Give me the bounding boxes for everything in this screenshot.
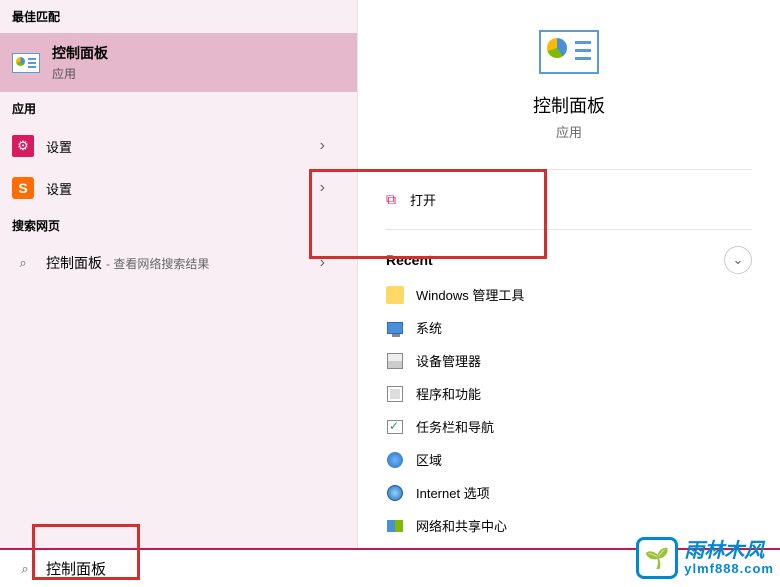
preview-subtitle: 应用 [556, 122, 582, 141]
search-results-panel: 最佳匹配 控制面板 应用 应用 ⚙ 设置 › S 设置 › 搜索网页 ⌕ 控制面… [0, 0, 357, 548]
recent-label: 任务栏和导航 [416, 417, 494, 436]
web-item-main: 控制面板 [46, 253, 102, 273]
region-icon [387, 452, 403, 468]
web-header: 搜索网页 [0, 209, 357, 242]
watermark-brand: 雨林木风 [684, 540, 774, 562]
search-icon: ⌕ [12, 252, 34, 274]
best-match-subtitle: 应用 [52, 65, 108, 82]
app-label: 设置 [46, 137, 72, 156]
recent-item-internet-options[interactable]: Internet 选项 [386, 476, 752, 509]
control-panel-icon-large [539, 30, 599, 74]
watermark-logo-icon: 🌱 [636, 537, 678, 579]
recent-item-device-manager[interactable]: 设备管理器 [386, 344, 752, 377]
watermark: 🌱 雨林木风 ylmf888.com [636, 537, 774, 579]
gear-icon: ⚙ [12, 135, 34, 157]
divider [386, 229, 752, 230]
recent-header: Recent [386, 252, 752, 268]
recent-item-region[interactable]: 区域 [386, 443, 752, 476]
preview-title: 控制面板 [533, 92, 605, 118]
chevron-right-icon: › [320, 179, 325, 197]
app-item-settings-1[interactable]: ⚙ 设置 › [0, 125, 357, 167]
s-icon: S [12, 177, 34, 199]
device-icon [387, 353, 403, 369]
recent-label: 区域 [416, 450, 442, 469]
recent-label: 程序和功能 [416, 384, 481, 403]
web-search-item[interactable]: ⌕ 控制面板 - 查看网络搜索结果 › [0, 242, 357, 284]
internet-icon [387, 485, 403, 501]
app-item-settings-2[interactable]: S 设置 › [0, 167, 357, 209]
divider [386, 169, 752, 170]
watermark-url: ylmf888.com [684, 562, 774, 576]
open-label: 打开 [410, 190, 436, 209]
recent-item-system[interactable]: 系统 [386, 311, 752, 344]
network-icon [387, 520, 403, 532]
chevron-right-icon: › [320, 254, 325, 272]
folder-icon [386, 286, 404, 304]
recent-label: 网络和共享中心 [416, 516, 507, 535]
recent-label: Windows 管理工具 [416, 285, 524, 304]
chevron-down-icon: ⌄ [733, 252, 744, 268]
app-label: 设置 [46, 179, 72, 198]
recent-label: 系统 [416, 318, 442, 337]
best-match-header: 最佳匹配 [0, 0, 357, 33]
control-panel-icon [12, 53, 40, 73]
preview-panel: 控制面板 应用 ⧉ 打开 ⌄ Recent Windows 管理工具 系统 设备… [357, 0, 780, 548]
best-match-item[interactable]: 控制面板 应用 [0, 33, 357, 92]
apps-header: 应用 [0, 92, 357, 125]
recent-label: Internet 选项 [416, 483, 490, 502]
open-action[interactable]: ⧉ 打开 [358, 178, 780, 221]
open-icon: ⧉ [386, 191, 396, 208]
search-icon: ⌕ [14, 558, 36, 580]
recent-item-admin-tools[interactable]: Windows 管理工具 [386, 278, 752, 311]
recent-item-programs[interactable]: 程序和功能 [386, 377, 752, 410]
monitor-icon [387, 322, 403, 334]
best-match-title: 控制面板 [52, 43, 108, 63]
taskbar-icon [387, 420, 403, 434]
recent-item-taskbar[interactable]: 任务栏和导航 [386, 410, 752, 443]
programs-icon [387, 386, 403, 402]
chevron-right-icon: › [320, 137, 325, 155]
web-item-sub: - 查看网络搜索结果 [106, 255, 209, 272]
recent-label: 设备管理器 [416, 351, 481, 370]
expand-chevron-button[interactable]: ⌄ [724, 246, 752, 274]
